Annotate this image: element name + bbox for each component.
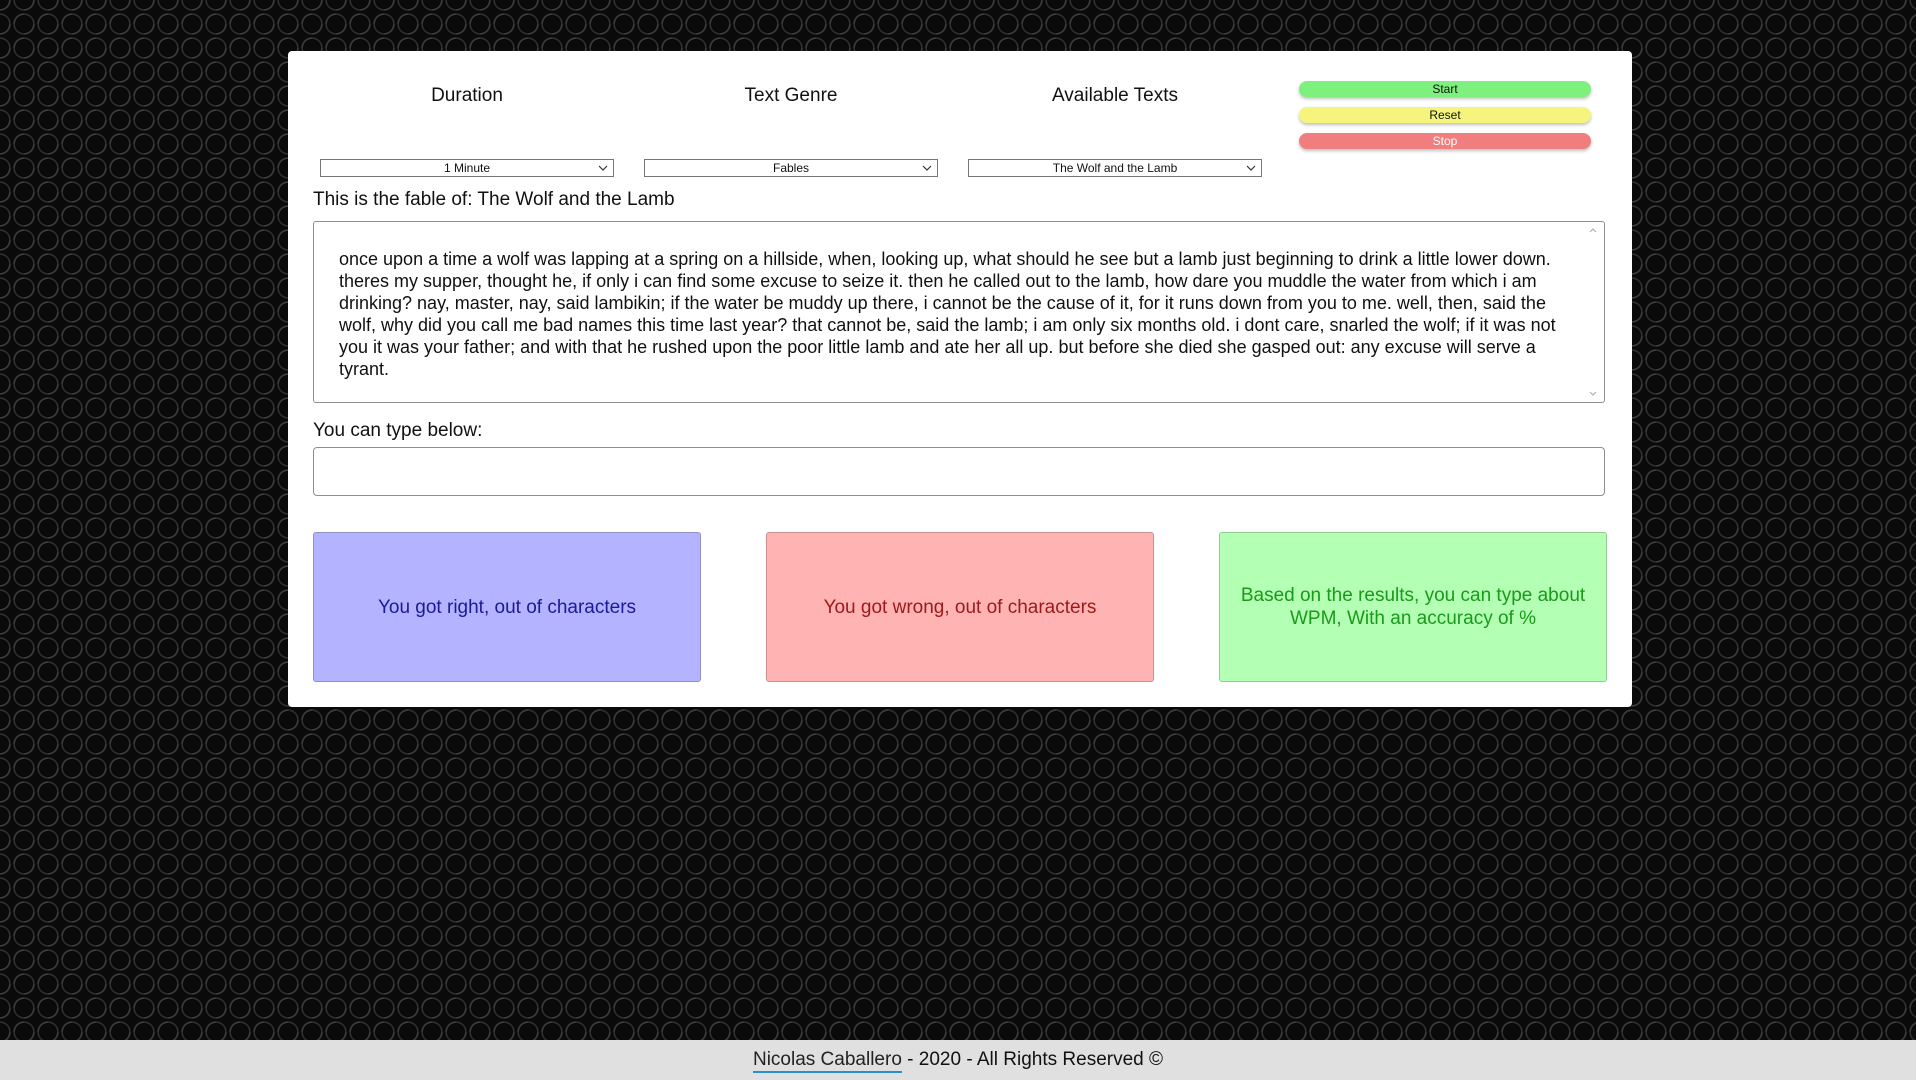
correct-characters-text: You got right, out of characters (377, 596, 637, 618)
correct-characters-box: You got right, out of characters (313, 532, 701, 682)
fable-heading: This is the fable of: The Wolf and the L… (313, 189, 675, 210)
stop-button[interactable]: Stop (1299, 133, 1591, 149)
genre-select[interactable]: Fables (644, 159, 938, 177)
duration-control: Duration 1 Minute (320, 83, 614, 177)
wrong-characters-text: You got wrong, out of characters (823, 596, 1097, 618)
chevron-down-icon (922, 165, 932, 171)
texts-select[interactable]: The Wolf and the Lamb (968, 159, 1262, 177)
reset-button[interactable]: Reset (1299, 107, 1591, 123)
duration-select-value: 1 Minute (443, 161, 491, 175)
scroll-down-icon[interactable] (1588, 390, 1598, 398)
start-button[interactable]: Start (1299, 81, 1591, 97)
chevron-down-icon (1246, 165, 1256, 171)
summary-text: Based on the results, you can type about… (1240, 585, 1586, 629)
scroll-up-icon[interactable] (1588, 226, 1598, 234)
texts-control: Available Texts The Wolf and the Lamb (968, 83, 1262, 177)
duration-title: Duration (431, 85, 503, 106)
fable-text-area[interactable]: once upon a time a wolf was lapping at a… (313, 221, 1605, 403)
typing-input[interactable] (313, 447, 1605, 496)
author-link[interactable]: Nicolas Caballero (752, 1049, 902, 1073)
texts-select-value: The Wolf and the Lamb (1052, 161, 1178, 175)
fable-text: once upon a time a wolf was lapping at a… (339, 249, 1556, 379)
typing-test-card: Duration 1 Minute Text Genre Fables Avai… (288, 51, 1632, 707)
footer: Nicolas Caballero - 2020 - All Rights Re… (0, 1040, 1916, 1080)
wrong-characters-box: You got wrong, out of characters (766, 532, 1154, 682)
texts-title: Available Texts (1051, 85, 1179, 106)
footer-rights: - 2020 - All Rights Reserved © (901, 1049, 1164, 1070)
genre-title: Text Genre (744, 85, 838, 106)
genre-select-value: Fables (772, 161, 810, 175)
duration-select[interactable]: 1 Minute (320, 159, 614, 177)
summary-box: Based on the results, you can type about… (1219, 532, 1607, 682)
genre-control: Text Genre Fables (644, 83, 938, 177)
chevron-down-icon (598, 165, 608, 171)
type-label: You can type below: (313, 420, 483, 441)
